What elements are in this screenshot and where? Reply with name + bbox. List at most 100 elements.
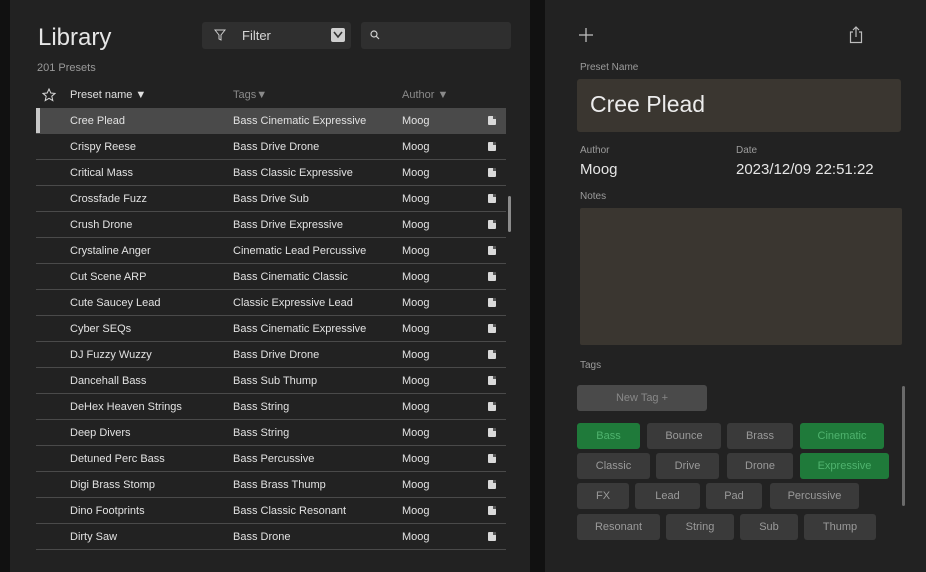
preset-author-cell: Moog — [402, 375, 430, 387]
note-icon[interactable] — [488, 246, 496, 255]
preset-name-cell: Deep Divers — [70, 427, 131, 439]
note-icon[interactable] — [488, 428, 496, 437]
preset-name-cell: Dirty Saw — [70, 531, 118, 543]
table-row[interactable]: Crispy Reese Bass Drive Drone Moog — [36, 134, 506, 160]
table-row[interactable]: Cut Scene ARP Bass Cinematic Classic Moog — [36, 264, 506, 290]
table-row[interactable]: Critical Mass Bass Classic Expressive Moog — [36, 160, 506, 186]
note-icon[interactable] — [488, 402, 496, 411]
preset-author-cell: Moog — [402, 115, 430, 127]
table-row[interactable]: Dancehall Bass Bass Sub Thump Moog — [36, 368, 506, 394]
preset-name-label: Preset Name — [580, 62, 639, 73]
date-value: 2023/12/09 22:51:22 — [736, 161, 874, 178]
notes-field[interactable] — [580, 208, 902, 345]
library-title: Library — [38, 24, 112, 51]
preset-tags-cell: Bass Cinematic Classic — [233, 271, 348, 283]
preset-tags-cell: Bass Classic Resonant — [233, 505, 347, 517]
author-label: Author — [580, 145, 610, 156]
search-box[interactable] — [361, 22, 511, 49]
table-row[interactable]: Cyber SEQs Bass Cinematic Expressive Moog — [36, 316, 506, 342]
tag-chip[interactable]: Lead — [635, 483, 700, 509]
tags-scrollbar[interactable] — [902, 386, 905, 506]
list-scrollbar[interactable] — [508, 196, 511, 232]
preset-tags-cell: Bass Drive Expressive — [233, 219, 344, 231]
preset-author-cell: Moog — [402, 401, 430, 413]
note-icon[interactable] — [488, 220, 496, 229]
preset-author-cell: Moog — [402, 297, 430, 309]
table-row[interactable]: Crystaline Anger Cinematic Lead Percussiv… — [36, 238, 506, 264]
tag-chip[interactable]: Cinematic — [800, 423, 884, 449]
tag-chip[interactable]: Bounce — [647, 423, 721, 449]
export-icon[interactable] — [849, 26, 863, 44]
column-header-name[interactable]: Preset name ▼ — [70, 89, 146, 101]
preset-name-cell: Detuned Perc Bass — [70, 453, 165, 465]
table-row[interactable]: Dino Footprints Bass Classic Resonant Moog — [36, 498, 506, 524]
note-icon[interactable] — [488, 324, 496, 333]
note-icon[interactable] — [488, 532, 496, 541]
note-icon[interactable] — [488, 506, 496, 515]
tag-chip[interactable]: Thump — [804, 514, 876, 540]
preset-tags-cell: Bass Sub Thump — [233, 375, 318, 387]
search-input[interactable] — [387, 26, 505, 45]
chevron-down-icon[interactable] — [331, 28, 345, 42]
note-icon[interactable] — [488, 272, 496, 281]
filter-dropdown[interactable]: Filter — [202, 22, 351, 49]
table-row[interactable]: Crossfade Fuzz Bass Drive Sub Moog — [36, 186, 506, 212]
favorite-star-icon[interactable] — [42, 88, 56, 102]
tag-chip[interactable]: String — [666, 514, 734, 540]
table-row[interactable]: DeHex Heaven Strings Bass String Moog — [36, 394, 506, 420]
preset-name-cell: Dancehall Bass — [70, 375, 147, 387]
note-icon[interactable] — [488, 142, 496, 151]
note-icon[interactable] — [488, 454, 496, 463]
new-tag-button[interactable]: New Tag + — [577, 385, 707, 411]
table-row[interactable]: Deep Divers Bass String Moog — [36, 420, 506, 446]
preset-tags-cell: Bass Cinematic Expressive — [233, 115, 367, 127]
tag-chip[interactable]: Drive — [656, 453, 719, 479]
preset-tags-cell: Bass Drive Sub — [233, 193, 309, 205]
preset-name-cell: Cute Saucey Lead — [70, 297, 161, 309]
tag-chip[interactable]: FX — [577, 483, 629, 509]
note-icon[interactable] — [488, 480, 496, 489]
note-icon[interactable] — [488, 350, 496, 359]
preset-tags-cell: Bass Percussive — [233, 453, 315, 465]
table-row[interactable]: Digi Brass Stomp Bass Brass Thump Moog — [36, 472, 506, 498]
tag-chip[interactable]: Bass — [577, 423, 640, 449]
preset-tags-cell: Bass Drone — [233, 531, 291, 543]
table-row[interactable]: Cree Plead Bass Cinematic Expressive Moog — [36, 108, 506, 134]
tag-chip[interactable]: Pad — [706, 483, 762, 509]
notes-label: Notes — [580, 191, 607, 202]
tag-chip[interactable]: Percussive — [770, 483, 859, 509]
preset-name-value: Cree Plead — [590, 91, 706, 117]
tag-chip[interactable]: Brass — [727, 423, 793, 449]
preset-author-cell: Moog — [402, 167, 430, 179]
date-label: Date — [736, 145, 758, 156]
preset-tags-cell: Bass Brass Thump — [233, 479, 326, 491]
column-header-tags[interactable]: Tags▼ — [233, 89, 267, 101]
author-value[interactable]: Moog — [580, 161, 618, 178]
table-row[interactable]: Dirty Saw Bass Drone Moog — [36, 524, 506, 550]
note-icon[interactable] — [488, 194, 496, 203]
table-row[interactable]: Cute Saucey Lead Classic Expressive Lead M… — [36, 290, 506, 316]
filter-label: Filter — [242, 28, 271, 43]
note-icon[interactable] — [488, 168, 496, 177]
preset-name-cell: Critical Mass — [70, 167, 133, 179]
note-icon[interactable] — [488, 376, 496, 385]
tag-chip[interactable]: Resonant — [577, 514, 660, 540]
note-icon[interactable] — [488, 116, 496, 125]
preset-author-cell: Moog — [402, 141, 430, 153]
table-row[interactable]: DJ Fuzzy Wuzzy Bass Drive Drone Moog — [36, 342, 506, 368]
table-row[interactable]: Detuned Perc Bass Bass Percussive Moog — [36, 446, 506, 472]
note-icon[interactable] — [488, 298, 496, 307]
preset-count: 201 Presets — [37, 62, 96, 74]
add-preset-icon[interactable] — [578, 27, 594, 43]
preset-name-field[interactable]: Cree Plead — [577, 79, 901, 132]
preset-name-cell: Cut Scene ARP — [70, 271, 147, 283]
preset-list: Cree Plead Bass Cinematic Expressive Moog C… — [36, 108, 506, 550]
table-row[interactable]: Crush Drone Bass Drive Expressive Moog — [36, 212, 506, 238]
tag-chip[interactable]: Sub — [740, 514, 798, 540]
preset-name-cell: Cree Plead — [70, 115, 126, 127]
tag-chip[interactable]: Classic — [577, 453, 650, 479]
tag-chip[interactable]: Drone — [727, 453, 793, 479]
column-header-author[interactable]: Author ▼ — [402, 89, 448, 101]
preset-tags-cell: Classic Expressive Lead — [233, 297, 353, 309]
tag-chip[interactable]: Expressive — [800, 453, 889, 479]
